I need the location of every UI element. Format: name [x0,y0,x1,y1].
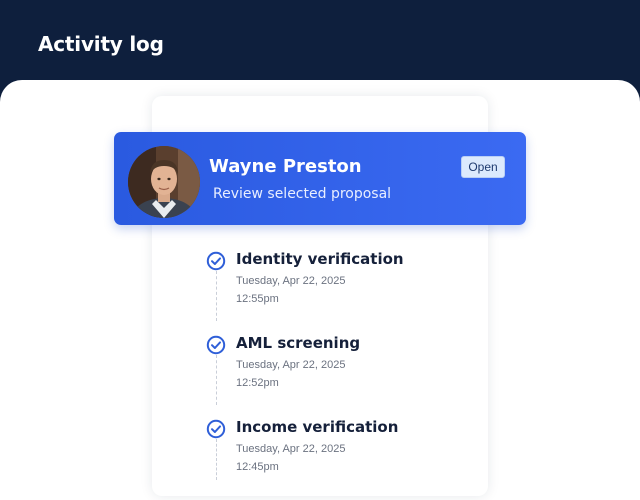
check-circle-icon [206,419,226,439]
activity-time: 12:55pm [236,293,279,305]
activity-time: 12:52pm [236,377,279,389]
user-name: Wayne Preston [209,156,362,177]
activity-title: Identity verification [236,250,404,268]
activity-date: Tuesday, Apr 22, 2025 [236,359,346,371]
page-title: Activity log [38,32,164,56]
activity-date: Tuesday, Apr 22, 2025 [236,443,346,455]
user-card[interactable]: Wayne Preston Review selected proposal O… [114,132,526,225]
person-photo-icon [128,146,200,218]
user-subtitle: Review selected proposal [213,186,392,202]
activity-title: AML screening [236,334,361,352]
activity-date: Tuesday, Apr 22, 2025 [236,275,346,287]
activity-time: 12:45pm [236,461,279,473]
check-circle-icon [206,251,226,271]
avatar [128,146,200,218]
activity-title: Income verification [236,418,399,436]
check-circle-icon [206,335,226,355]
open-badge[interactable]: Open [461,156,505,178]
